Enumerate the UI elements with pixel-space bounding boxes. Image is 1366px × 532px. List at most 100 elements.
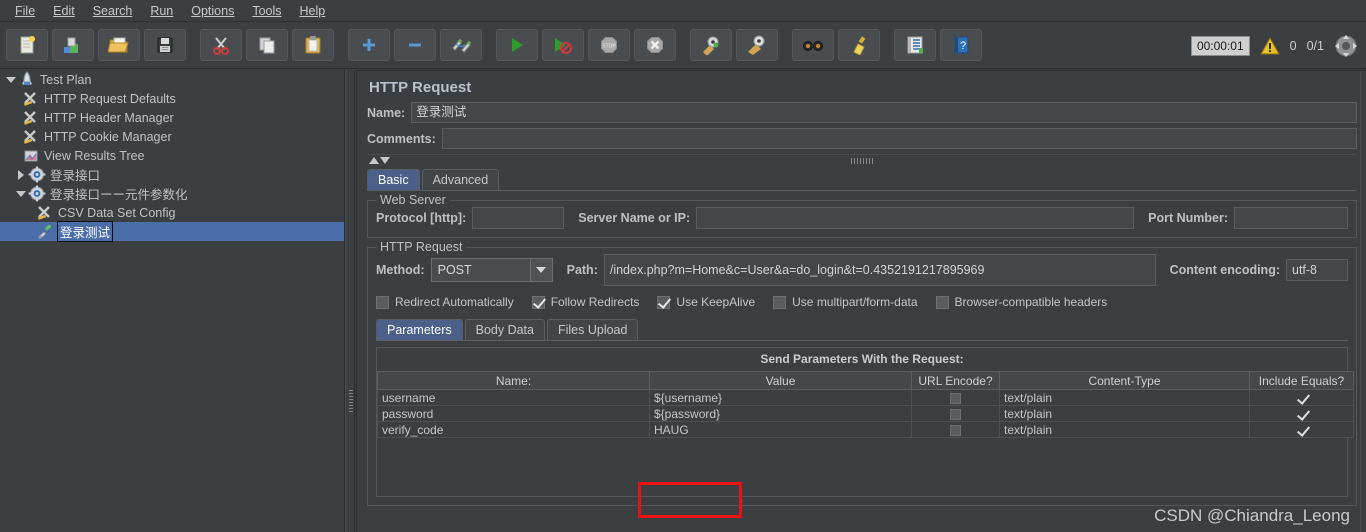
horizontal-splitter-grip[interactable] bbox=[851, 157, 873, 164]
tree-node-http-sampler-selected[interactable]: 登录测试 bbox=[0, 221, 344, 242]
port-number-input[interactable] bbox=[1234, 207, 1348, 229]
toolbar-stop-button[interactable]: STOP bbox=[588, 29, 630, 61]
toolbar-copy-button[interactable] bbox=[246, 29, 288, 61]
name-input[interactable]: 登录测试 bbox=[411, 102, 1357, 123]
toolbar-new-button[interactable] bbox=[6, 29, 48, 61]
server-name-input[interactable] bbox=[696, 207, 1135, 229]
toolbar-start-button[interactable] bbox=[496, 29, 538, 61]
menu-tools[interactable]: Tools bbox=[243, 2, 290, 20]
cell-include-equals[interactable] bbox=[1249, 421, 1354, 438]
tree-node-http-cookie-manager[interactable]: HTTP Cookie Manager bbox=[0, 127, 344, 146]
checkbox-box[interactable] bbox=[773, 295, 787, 309]
content-encoding-input[interactable]: utf-8 bbox=[1286, 259, 1348, 281]
menu-search[interactable]: Search bbox=[84, 2, 142, 20]
cell-include-equals[interactable] bbox=[1249, 389, 1354, 406]
toolbar-clear-all-button[interactable] bbox=[736, 29, 778, 61]
cell-content-type[interactable]: text/plain bbox=[999, 405, 1250, 422]
tree-node-test-plan[interactable]: Test Plan bbox=[0, 70, 344, 89]
cell-param-value[interactable]: HAUG bbox=[649, 421, 912, 438]
toolbar-function-helper-button[interactable] bbox=[894, 29, 936, 61]
url-encode-checkbox[interactable] bbox=[950, 392, 961, 404]
tab-files-upload[interactable]: Files Upload bbox=[546, 319, 639, 340]
splitter-grip[interactable] bbox=[349, 390, 353, 412]
checkbox-browser-compatible-headers[interactable]: Browser-compatible headers bbox=[935, 295, 1107, 309]
column-header-include-equals[interactable]: Include Equals? bbox=[1249, 371, 1354, 390]
toolbar-toggle-button[interactable] bbox=[440, 29, 482, 61]
path-input[interactable]: /index.php?m=Home&c=User&a=do_login&t=0.… bbox=[603, 254, 1156, 286]
tree-node-view-results-tree[interactable]: View Results Tree bbox=[0, 146, 344, 165]
cell-param-name[interactable]: username bbox=[377, 389, 650, 406]
checkbox-use-keepalive[interactable]: Use KeepAlive bbox=[657, 295, 755, 309]
tab-advanced[interactable]: Advanced bbox=[421, 169, 500, 190]
url-encode-checkbox[interactable] bbox=[950, 408, 961, 420]
splitter-arrows[interactable] bbox=[369, 157, 390, 164]
toolbar-expand-all-button[interactable] bbox=[348, 29, 390, 61]
tree-toggle-right-icon[interactable] bbox=[14, 169, 28, 180]
tab-body-data[interactable]: Body Data bbox=[464, 319, 545, 340]
toolbar-reset-search-button[interactable] bbox=[838, 29, 880, 61]
toolbar-open-button[interactable] bbox=[98, 29, 140, 61]
include-equals-checkbox[interactable] bbox=[1296, 425, 1307, 436]
cell-url-encode[interactable] bbox=[911, 405, 1000, 422]
toolbar-search-button[interactable] bbox=[792, 29, 834, 61]
tree-toggle-down-icon[interactable] bbox=[4, 76, 18, 83]
toolbar-shutdown-button[interactable] bbox=[634, 29, 676, 61]
toolbar-start-no-timers-button[interactable] bbox=[542, 29, 584, 61]
table-row[interactable]: password ${password} text/plain bbox=[377, 405, 1354, 422]
expand-collapse-icon[interactable] bbox=[1334, 34, 1358, 58]
checkbox-box[interactable] bbox=[935, 295, 949, 309]
tab-parameters[interactable]: Parameters bbox=[376, 319, 463, 340]
editor-scrollbar[interactable] bbox=[1360, 71, 1366, 532]
checkbox-redirect-automatically[interactable]: Redirect Automatically bbox=[376, 295, 514, 309]
toolbar-help-button[interactable]: ? bbox=[940, 29, 982, 61]
toolbar-clear-button[interactable] bbox=[690, 29, 732, 61]
cell-param-value[interactable]: ${username} bbox=[649, 389, 912, 406]
vertical-splitter[interactable] bbox=[345, 70, 355, 532]
tree-node-http-header-manager[interactable]: HTTP Header Manager bbox=[0, 108, 344, 127]
url-encode-checkbox[interactable] bbox=[950, 424, 961, 436]
horizontal-splitter[interactable] bbox=[367, 154, 1357, 166]
tree-node-thread-group-1[interactable]: 登录接口 bbox=[0, 165, 344, 184]
toolbar-cut-button[interactable] bbox=[200, 29, 242, 61]
tree-node-http-request-defaults[interactable]: HTTP Request Defaults bbox=[0, 89, 344, 108]
cell-url-encode[interactable] bbox=[911, 389, 1000, 406]
toolbar-collapse-all-button[interactable] bbox=[394, 29, 436, 61]
tab-basic[interactable]: Basic bbox=[367, 169, 420, 190]
expand-down-icon[interactable] bbox=[380, 157, 390, 164]
menu-file[interactable]: File bbox=[6, 2, 44, 20]
checkbox-box[interactable] bbox=[376, 295, 389, 309]
warning-icon[interactable] bbox=[1259, 36, 1280, 55]
menu-options[interactable]: Options bbox=[182, 2, 243, 20]
column-header-url-encode[interactable]: URL Encode? bbox=[911, 371, 1000, 390]
tree-node-csv-data-set-config[interactable]: CSV Data Set Config bbox=[0, 203, 344, 222]
include-equals-checkbox[interactable] bbox=[1296, 409, 1307, 420]
cell-param-name[interactable]: password bbox=[377, 405, 650, 422]
checkbox-follow-redirects[interactable]: Follow Redirects bbox=[531, 295, 639, 309]
table-row[interactable]: verify_code HAUG text/plain bbox=[377, 421, 1354, 438]
checkbox-box[interactable] bbox=[657, 295, 671, 309]
tree-node-thread-group-2[interactable]: 登录接口ーー元件参数化 bbox=[0, 184, 344, 203]
column-header-value[interactable]: Value bbox=[649, 371, 912, 390]
cell-param-name[interactable]: verify_code bbox=[377, 421, 650, 438]
protocol-input[interactable] bbox=[472, 207, 565, 229]
include-equals-checkbox[interactable] bbox=[1296, 393, 1307, 404]
toolbar-save-button[interactable] bbox=[144, 29, 186, 61]
test-plan-tree[interactable]: Test Plan HTTP Request Defaults HTTP Hea… bbox=[0, 70, 345, 532]
chevron-down-icon[interactable] bbox=[529, 259, 552, 281]
comments-input[interactable] bbox=[441, 128, 1357, 149]
column-header-content-type[interactable]: Content-Type bbox=[999, 371, 1250, 390]
toolbar-paste-button[interactable] bbox=[292, 29, 334, 61]
cell-include-equals[interactable] bbox=[1249, 405, 1354, 422]
cell-param-value[interactable]: ${password} bbox=[649, 405, 912, 422]
toolbar-templates-button[interactable] bbox=[52, 29, 94, 61]
method-select[interactable]: POST bbox=[430, 258, 553, 282]
tree-toggle-down-icon[interactable] bbox=[14, 190, 28, 197]
checkbox-box[interactable] bbox=[531, 295, 545, 309]
checkbox-use-multipart-form-data[interactable]: Use multipart/form-data bbox=[773, 295, 918, 309]
menu-edit[interactable]: Edit bbox=[44, 2, 84, 20]
menu-help[interactable]: Help bbox=[291, 2, 335, 20]
cell-content-type[interactable]: text/plain bbox=[999, 389, 1250, 406]
collapse-up-icon[interactable] bbox=[369, 157, 379, 164]
table-row[interactable]: username ${username} text/plain bbox=[377, 389, 1354, 406]
column-header-name[interactable]: Name: bbox=[377, 371, 650, 390]
